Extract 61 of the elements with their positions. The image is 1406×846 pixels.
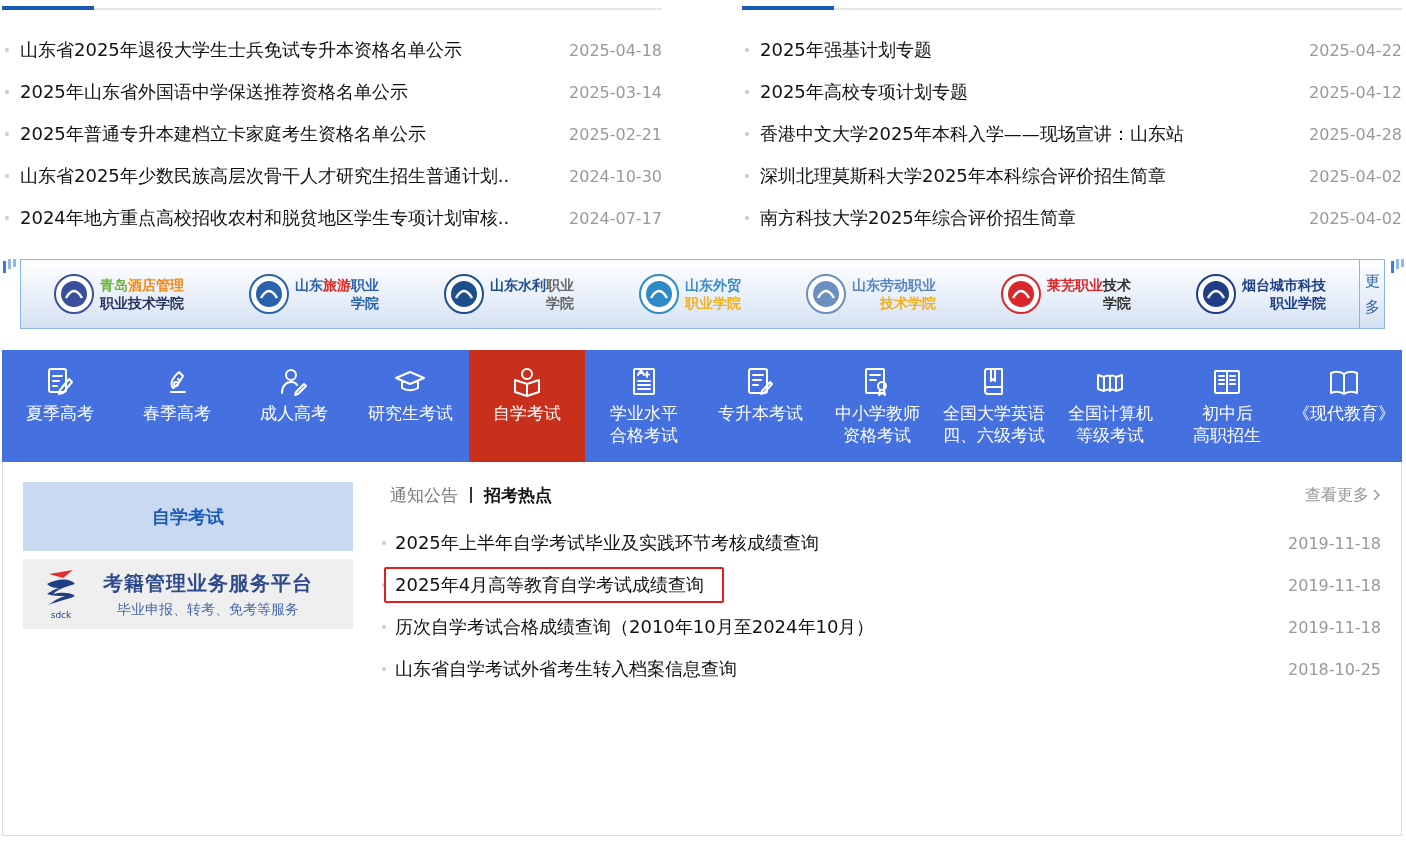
- news-date: 2025-04-12: [1309, 82, 1402, 102]
- bullet-dot: [382, 541, 386, 545]
- logo-caption: sdck: [50, 610, 72, 620]
- platform-subtitle: 毕业申报、转考、免考等服务: [117, 600, 299, 619]
- bullet-dot: [5, 132, 9, 136]
- bullet-dot: [382, 667, 386, 671]
- news-date: 2024-10-30: [569, 166, 662, 186]
- bullet-dot: [745, 216, 749, 220]
- news-date: 2025-04-22: [1309, 40, 1402, 60]
- news-link[interactable]: 2025年普通专升本建档立卡家庭考生资格名单公示: [20, 122, 569, 146]
- content-tab[interactable]: 招考热点: [484, 483, 552, 507]
- chevron-right-icon: [1373, 489, 1381, 501]
- school-logo[interactable]: 青岛酒店管理 职业技术学院: [53, 274, 184, 314]
- news-link[interactable]: 2024年地方重点高校招收农村和脱贫地区学生专项计划审核..: [20, 206, 569, 230]
- news-link[interactable]: 2025年强基计划专题: [760, 38, 1309, 62]
- school-logo[interactable]: 莱芜职业技术 学院: [1001, 274, 1132, 314]
- school-logo[interactable]: 烟台城市科技 职业学院: [1196, 274, 1327, 314]
- news-link[interactable]: 2025年山东省外国语中学保送推荐资格名单公示: [20, 80, 569, 104]
- news-date: 2019-11-18: [1288, 617, 1381, 637]
- news-date: 2024-07-17: [569, 208, 662, 228]
- bullet-dot: [382, 583, 386, 587]
- bullet-dot: [382, 625, 386, 629]
- content-link[interactable]: 2025年上半年自学考试毕业及实践环节考核成绩查询: [395, 531, 1288, 555]
- sidebar-heading: 自学考试: [23, 482, 353, 551]
- news-date: 2019-11-18: [1288, 533, 1381, 553]
- bullet-dot: [5, 216, 9, 220]
- more-link[interactable]: 更多: [1359, 260, 1384, 328]
- news-link[interactable]: 2025年高校专项计划专题: [760, 80, 1309, 104]
- content-tab[interactable]: 通知公告: [390, 483, 458, 507]
- news-date: 2025-04-02: [1309, 166, 1402, 186]
- news-date: 2025-04-02: [1309, 208, 1402, 228]
- news-link[interactable]: 香港中文大学2025年本科入学——现场宣讲：山东站: [760, 122, 1309, 146]
- news-link[interactable]: 南方科技大学2025年综合评价招生简章: [760, 206, 1309, 230]
- nav-tab[interactable]: 自学考试: [468, 350, 586, 462]
- bullet-dot: [745, 90, 749, 94]
- bullet-dot: [745, 174, 749, 178]
- school-logo[interactable]: 山东旅游职业 学院: [248, 274, 379, 314]
- content-link[interactable]: 历次自学考试合格成绩查询（2010年10月至2024年10月）: [395, 615, 1288, 639]
- news-date: 2025-04-28: [1309, 124, 1402, 144]
- news-date: 2025-02-21: [569, 124, 662, 144]
- news-date: 2025-03-14: [569, 82, 662, 102]
- bullet-dot: [745, 132, 749, 136]
- news-link[interactable]: 深圳北理莫斯科大学2025年本科综合评价招生简章: [760, 164, 1309, 188]
- platform-banner[interactable]: sdck 考籍管理业务服务平台 毕业申报、转考、免考等服务: [23, 559, 353, 629]
- news-date: 2025-04-18: [569, 40, 662, 60]
- news-date: 2018-10-25: [1288, 659, 1381, 679]
- scroll-bars-icon: [3, 259, 16, 273]
- bullet-dot: [745, 48, 749, 52]
- news-link[interactable]: 山东省2025年退役大学生士兵免试专升本资格名单公示: [20, 38, 569, 62]
- bullet-dot: [5, 90, 9, 94]
- tab-separator: [470, 487, 472, 503]
- school-logo[interactable]: 山东水利职业 学院: [443, 274, 574, 314]
- highlighted-link[interactable]: 2025年4月高等教育自学考试成绩查询: [384, 567, 725, 603]
- scroll-bars-icon: [1391, 259, 1404, 273]
- nav-icon: [511, 366, 543, 398]
- content-link[interactable]: 山东省自学考试外省考生转入档案信息查询: [395, 657, 1288, 681]
- platform-title: 考籍管理业务服务平台: [103, 569, 313, 597]
- bullet-dot: [5, 48, 9, 52]
- news-link[interactable]: 山东省2025年少数民族高层次骨干人才研究生招生普通计划..: [20, 164, 569, 188]
- bullet-dot: [5, 174, 9, 178]
- news-date: 2019-11-18: [1288, 575, 1381, 595]
